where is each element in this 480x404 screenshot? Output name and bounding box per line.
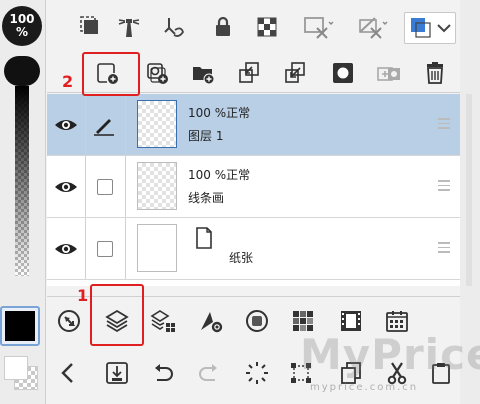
layer-property-icon[interactable] (146, 304, 180, 338)
color-set-icon[interactable] (286, 304, 320, 338)
select-layer-icon[interactable] (74, 10, 108, 44)
opacity-slider-knob[interactable] (4, 56, 40, 86)
tool-property-icon[interactable] (194, 304, 228, 338)
layer-thumbnail[interactable] (137, 162, 177, 210)
opacity-unit: % (15, 25, 29, 39)
layer-row-3[interactable]: 纸张 (47, 218, 460, 280)
apply-mask-icon[interactable] (372, 56, 406, 90)
animation-icon[interactable] (334, 304, 368, 338)
layer-list: 100 %正常 图层 1 100 %正常 线条画 纸张 (47, 94, 460, 286)
layer-checkbox[interactable] (97, 179, 113, 195)
paste-icon[interactable] (424, 356, 458, 390)
layer-row-2[interactable]: 100 %正常 线条画 (47, 156, 460, 218)
navigator-icon[interactable] (52, 304, 86, 338)
transform-icon[interactable] (284, 356, 318, 390)
layer-checkbox[interactable] (97, 241, 113, 257)
highlight-new-layer-button (82, 52, 140, 96)
layer-name: 图层 1 (188, 129, 224, 143)
merge-down-icon[interactable] (278, 56, 312, 90)
right-scroll-area (460, 0, 480, 404)
layer-blend-mode: 100 %正常 (188, 106, 251, 120)
layer-thumbnail[interactable] (137, 100, 177, 148)
layer-thumbnail[interactable] (137, 224, 177, 272)
stamp-icon[interactable] (157, 10, 191, 44)
material-icon[interactable] (380, 304, 414, 338)
eye-icon[interactable] (53, 236, 79, 262)
transfer-down-icon[interactable] (232, 56, 266, 90)
pen-edit-icon[interactable] (91, 112, 117, 138)
annotation-label-2: 2 (62, 72, 74, 91)
save-icon[interactable] (100, 356, 134, 390)
delete-icon[interactable] (418, 56, 452, 90)
redo-icon[interactable] (192, 356, 226, 390)
layer-name: 线条画 (188, 191, 225, 205)
cut-icon[interactable] (380, 356, 414, 390)
color-circle-icon[interactable] (240, 304, 274, 338)
drag-handle-icon[interactable] (438, 118, 450, 130)
layer-blend-mode: 100 %正常 (188, 168, 251, 182)
clipping-icon[interactable] (298, 10, 338, 44)
layer-color-icon[interactable] (404, 12, 456, 44)
annotation-label-1: 1 (77, 286, 89, 305)
opacity-slider-track[interactable] (15, 86, 29, 276)
layer-name: 纸张 (229, 251, 254, 265)
copy-icon[interactable] (334, 356, 368, 390)
scrollbar[interactable] (466, 94, 472, 286)
white-color-swatch[interactable] (4, 356, 28, 380)
eye-icon[interactable] (53, 174, 79, 200)
left-color-strip: 100 % (0, 0, 46, 404)
undo-icon[interactable] (146, 356, 180, 390)
highlight-layers-palette-button (90, 284, 144, 346)
mask-icon[interactable] (326, 56, 360, 90)
eye-icon[interactable] (53, 112, 79, 138)
layer-row-1[interactable]: 100 %正常 图层 1 (47, 94, 460, 156)
paper-icon (196, 227, 212, 249)
new-folder-icon[interactable] (186, 56, 220, 90)
loading-icon[interactable] (240, 356, 274, 390)
lock-icon[interactable] (206, 10, 240, 44)
lock-transparent-icon[interactable] (250, 10, 284, 44)
drag-handle-icon[interactable] (438, 180, 450, 192)
new-vector-layer-icon[interactable] (140, 56, 174, 90)
reference-icon[interactable] (352, 10, 392, 44)
lighthouse-icon[interactable] (112, 10, 146, 44)
sub-color-swatch[interactable] (4, 356, 40, 392)
drag-handle-icon[interactable] (438, 242, 450, 254)
main-color-swatch[interactable] (0, 306, 40, 346)
back-icon[interactable] (52, 356, 86, 390)
opacity-badge[interactable]: 100 % (2, 6, 42, 46)
